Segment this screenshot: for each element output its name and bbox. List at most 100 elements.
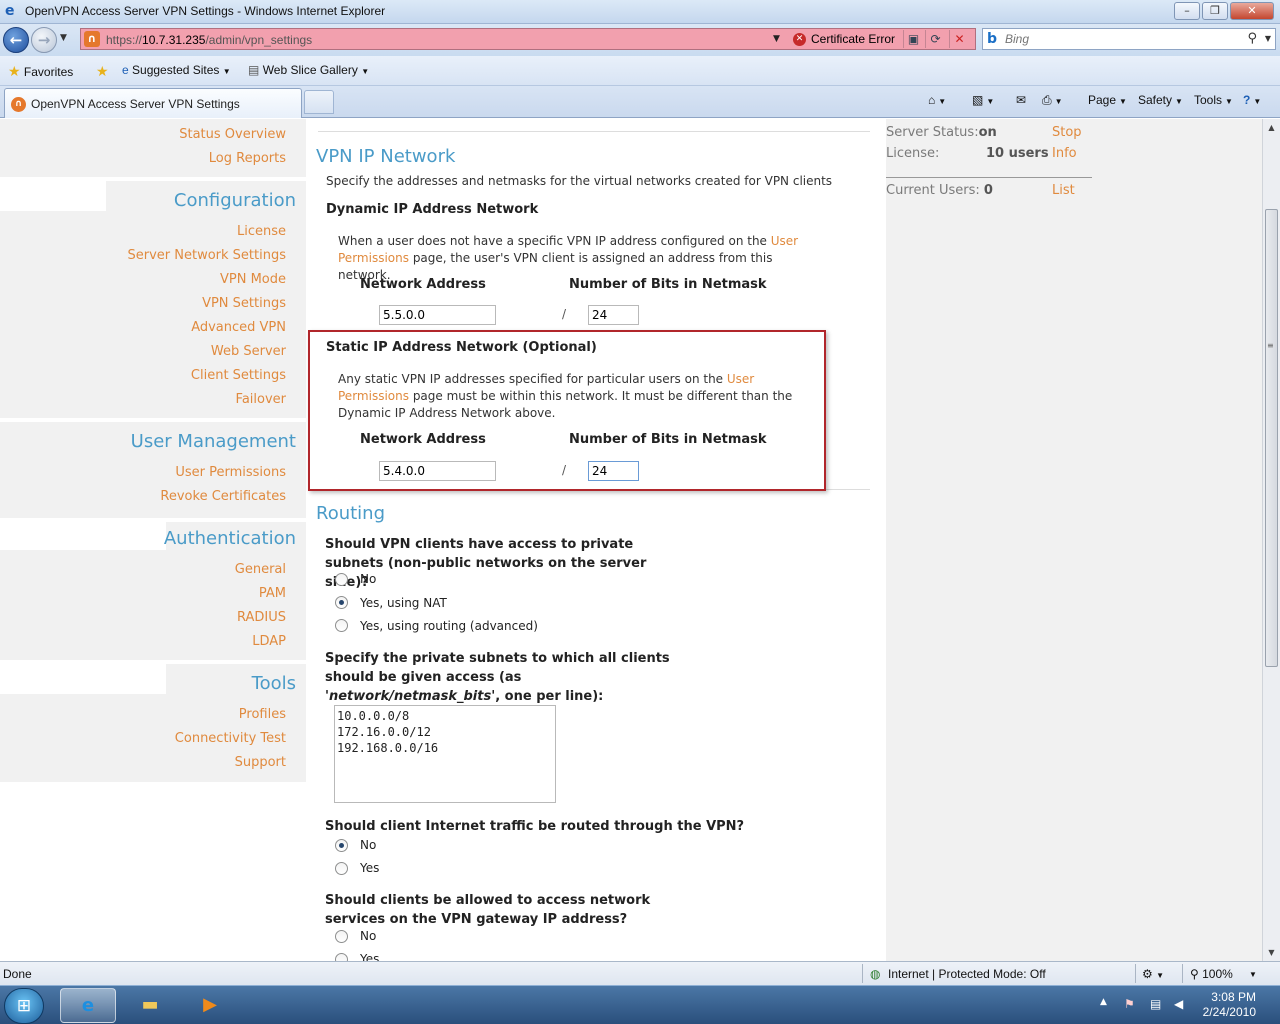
url-dropdown-icon[interactable]: ▼ <box>773 34 780 44</box>
close-button[interactable]: ✕ <box>1230 2 1274 20</box>
suggested-sites-link[interactable]: e Suggested Sites ▼ <box>122 63 231 77</box>
network-icon[interactable]: ▤ <box>1150 997 1161 1011</box>
favorites-bar: ★ Favorites ★ e Suggested Sites ▼ ▤ Web … <box>0 56 1280 86</box>
search-icon[interactable]: ⚲ <box>1247 31 1257 46</box>
sidebar-item-server-network-settings[interactable]: Server Network Settings <box>128 248 287 263</box>
maximize-button[interactable]: ❐ <box>1202 2 1228 20</box>
scroll-thumb[interactable] <box>1265 209 1278 667</box>
sidebar-item-status-overview[interactable]: Status Overview <box>179 127 286 142</box>
volume-icon[interactable]: ◀ <box>1174 997 1183 1011</box>
recent-pages-dropdown-icon[interactable]: ▼ <box>60 33 67 43</box>
radio-internet-yes[interactable] <box>335 862 348 875</box>
status-bar: Done ◍ Internet | Protected Mode: Off ⚙ … <box>0 961 1280 985</box>
dynamic-netmask-input[interactable] <box>588 305 639 325</box>
sidebar-item-log-reports[interactable]: Log Reports <box>209 151 286 166</box>
taskbar-explorer-icon[interactable]: ▬ <box>122 988 178 1023</box>
read-mail-icon[interactable]: ✉ <box>1016 93 1026 107</box>
radio-gateway-yes[interactable] <box>335 953 348 961</box>
page-viewport: Status Overview Log Reports Configuratio… <box>0 119 1262 961</box>
sidebar-item-revoke-certificates[interactable]: Revoke Certificates <box>160 489 286 504</box>
radio-private-nat[interactable] <box>335 596 348 609</box>
routing-question-private-subnets: Should VPN clients have access to privat… <box>325 537 647 590</box>
taskbar: ⊞ e ▬ ▶ ▲ ⚑ ▤ ◀ 3:08 PM 2/24/2010 <box>0 985 1280 1024</box>
sidebar-heading-tools: Tools <box>251 673 296 694</box>
window-title: OpenVPN Access Server VPN Settings - Win… <box>25 4 386 18</box>
stop-server-link[interactable]: Stop <box>1052 125 1082 140</box>
ie-logo-icon: e <box>5 3 15 19</box>
sidebar-item-support[interactable]: Support <box>235 755 286 770</box>
search-options-dropdown-icon[interactable]: ▼ <box>1265 34 1271 43</box>
stop-icon[interactable]: ✕ <box>949 30 969 48</box>
privacy-report-icon[interactable]: ⚙ ▼ <box>1142 967 1164 981</box>
system-clock[interactable]: 3:08 PM 2/24/2010 <box>1203 990 1256 1020</box>
server-status-panel: Server Status:on Stop License: 10 users … <box>886 119 1262 961</box>
sidebar-heading-user-management: User Management <box>130 431 296 452</box>
sidebar-item-ldap[interactable]: LDAP <box>252 634 286 649</box>
page-icon: ▤ <box>248 63 260 77</box>
url-text[interactable]: https://10.7.31.235/admin/vpn_settings <box>106 33 312 47</box>
sidebar-item-license[interactable]: License <box>237 224 286 239</box>
sidebar-item-general[interactable]: General <box>235 562 286 577</box>
taskbar-media-player-icon[interactable]: ▶ <box>182 988 238 1023</box>
vertical-scrollbar[interactable]: ▲ ≡ ▼ <box>1262 119 1280 961</box>
feeds-icon[interactable]: ▧ ▼ <box>972 93 994 107</box>
private-subnets-textarea[interactable]: 10.0.0.0/8 172.16.0.0/12 192.168.0.0/16 <box>334 705 556 803</box>
window-controls: – ❐ ✕ <box>1174 2 1274 20</box>
tools-menu[interactable]: Tools ▼ <box>1194 93 1233 107</box>
taskbar-ie-icon[interactable]: e <box>60 988 116 1023</box>
safety-menu[interactable]: Safety ▼ <box>1138 93 1183 107</box>
sidebar-item-profiles[interactable]: Profiles <box>239 707 286 722</box>
page-menu[interactable]: Page ▼ <box>1088 93 1127 107</box>
license-info-link[interactable]: Info <box>1052 146 1077 161</box>
dynamic-network-address-input[interactable] <box>379 305 496 325</box>
sidebar-item-client-settings[interactable]: Client Settings <box>191 368 286 383</box>
help-icon[interactable]: ? ▼ <box>1243 93 1261 107</box>
minimize-button[interactable]: – <box>1174 2 1200 20</box>
print-icon[interactable]: ⎙ ▼ <box>1042 93 1063 108</box>
scroll-up-icon[interactable]: ▲ <box>1263 119 1280 136</box>
sidebar-item-web-server[interactable]: Web Server <box>211 344 286 359</box>
certificate-error-button[interactable]: Certificate Error <box>811 32 895 46</box>
internet-globe-icon: ◍ <box>870 967 881 981</box>
radio-internet-no[interactable] <box>335 839 348 852</box>
radio-private-no[interactable] <box>335 573 348 586</box>
security-zone[interactable]: Internet | Protected Mode: Off <box>888 967 1046 981</box>
search-input[interactable] <box>1005 31 1245 47</box>
forward-button[interactable]: → <box>31 27 57 53</box>
web-slice-gallery-link[interactable]: ▤ Web Slice Gallery ▼ <box>248 63 369 77</box>
sidebar-item-user-permissions[interactable]: User Permissions <box>175 465 286 480</box>
refresh-icon[interactable]: ⟳ <box>925 30 945 48</box>
favorites-button[interactable]: ★ Favorites <box>8 63 73 80</box>
radio-internet-no-label: No <box>360 838 377 852</box>
sidebar-item-failover[interactable]: Failover <box>236 392 286 407</box>
radio-private-routing[interactable] <box>335 619 348 632</box>
address-bar[interactable]: ∩ https://10.7.31.235/admin/vpn_settings… <box>80 28 976 50</box>
scroll-down-icon[interactable]: ▼ <box>1263 944 1280 961</box>
sidebar-item-vpn-mode[interactable]: VPN Mode <box>220 272 286 287</box>
new-tab-button[interactable] <box>304 90 334 114</box>
start-button[interactable]: ⊞ <box>4 988 44 1024</box>
radio-private-nat-label: Yes, using NAT <box>360 596 447 610</box>
sidebar-heading-authentication: Authentication <box>163 528 296 549</box>
radio-gateway-yes-label: Yes <box>360 952 380 961</box>
add-to-favorites-bar-icon[interactable]: ★ <box>96 63 109 80</box>
tab-openvpn-settings[interactable]: ∩ OpenVPN Access Server VPN Settings <box>4 88 302 118</box>
sidebar-item-vpn-settings[interactable]: VPN Settings <box>202 296 286 311</box>
current-users-list-link[interactable]: List <box>1052 183 1075 198</box>
sidebar: Status Overview Log Reports Configuratio… <box>0 119 306 961</box>
radio-gateway-no[interactable] <box>335 930 348 943</box>
compatibility-view-icon[interactable]: ▣ <box>903 30 923 48</box>
sidebar-item-pam[interactable]: PAM <box>259 586 286 601</box>
zoom-level[interactable]: ⚲ 100% <box>1190 967 1233 981</box>
sidebar-item-advanced-vpn[interactable]: Advanced VPN <box>191 320 286 335</box>
highlight-annotation-box <box>308 330 826 491</box>
show-hidden-icons-icon[interactable]: ▲ <box>1100 997 1107 1007</box>
zoom-dropdown-icon[interactable]: ▼ <box>1249 970 1257 979</box>
search-box[interactable]: b ⚲ ▼ <box>982 28 1276 50</box>
action-center-icon[interactable]: ⚑ <box>1124 997 1135 1011</box>
certificate-error-icon[interactable]: ✕ <box>793 33 806 46</box>
sidebar-item-connectivity-test[interactable]: Connectivity Test <box>175 731 286 746</box>
home-icon[interactable]: ⌂ ▼ <box>928 93 946 107</box>
sidebar-item-radius[interactable]: RADIUS <box>237 610 286 625</box>
back-button[interactable]: ← <box>3 27 29 53</box>
